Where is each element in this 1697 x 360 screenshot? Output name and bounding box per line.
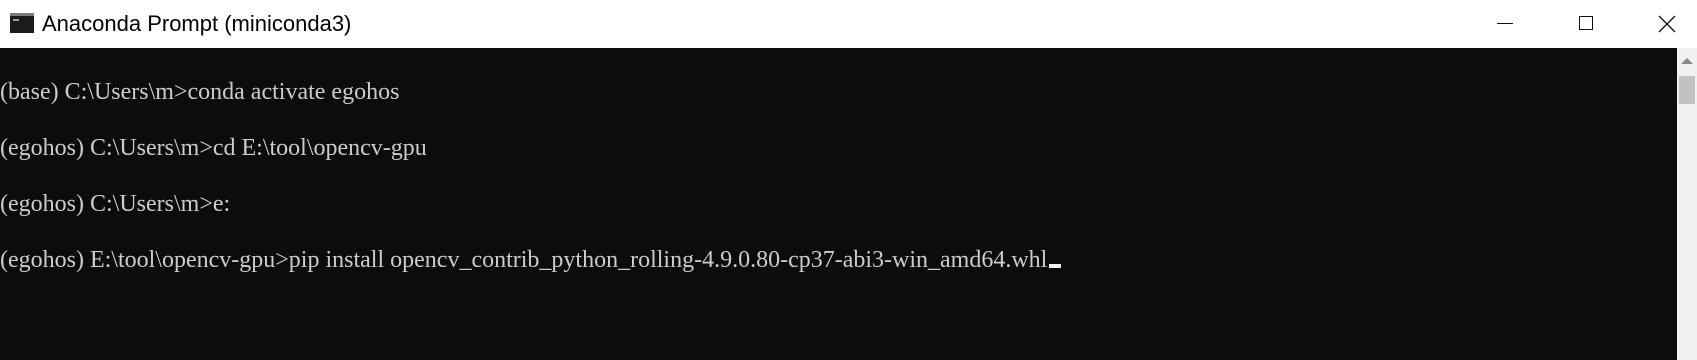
minimize-icon	[1497, 23, 1513, 24]
maximize-icon	[1579, 16, 1593, 30]
title-bar[interactable]: Anaconda Prompt (miniconda3)	[0, 0, 1697, 48]
console-command-line[interactable]: (egohos) E:\tool\opencv-gpu>pip install …	[0, 245, 1062, 275]
console-line: (egohos) C:\Users\m>e:	[0, 191, 231, 217]
console-line: (egohos) C:\Users\m>cd E:\tool\opencv-gp…	[0, 135, 427, 161]
window-title: Anaconda Prompt (miniconda3)	[42, 11, 352, 36]
vertical-scrollbar[interactable]	[1677, 48, 1697, 360]
scrollbar-thumb[interactable]	[1679, 76, 1695, 104]
current-command: (egohos) E:\tool\opencv-gpu>pip install …	[0, 247, 1048, 273]
close-button[interactable]	[1628, 0, 1697, 48]
maximize-button[interactable]	[1548, 0, 1624, 48]
minimize-button[interactable]	[1466, 0, 1542, 48]
console-output[interactable]: (base) C:\Users\m>conda activate egohos …	[0, 48, 1677, 360]
console-window: Anaconda Prompt (miniconda3) (base) C:\U…	[0, 0, 1697, 360]
console-line: (base) C:\Users\m>conda activate egohos	[0, 79, 400, 105]
text-cursor	[1049, 264, 1062, 268]
close-icon	[1658, 15, 1676, 33]
scroll-up-arrow-icon[interactable]	[1681, 58, 1693, 64]
terminal-icon	[10, 13, 34, 33]
